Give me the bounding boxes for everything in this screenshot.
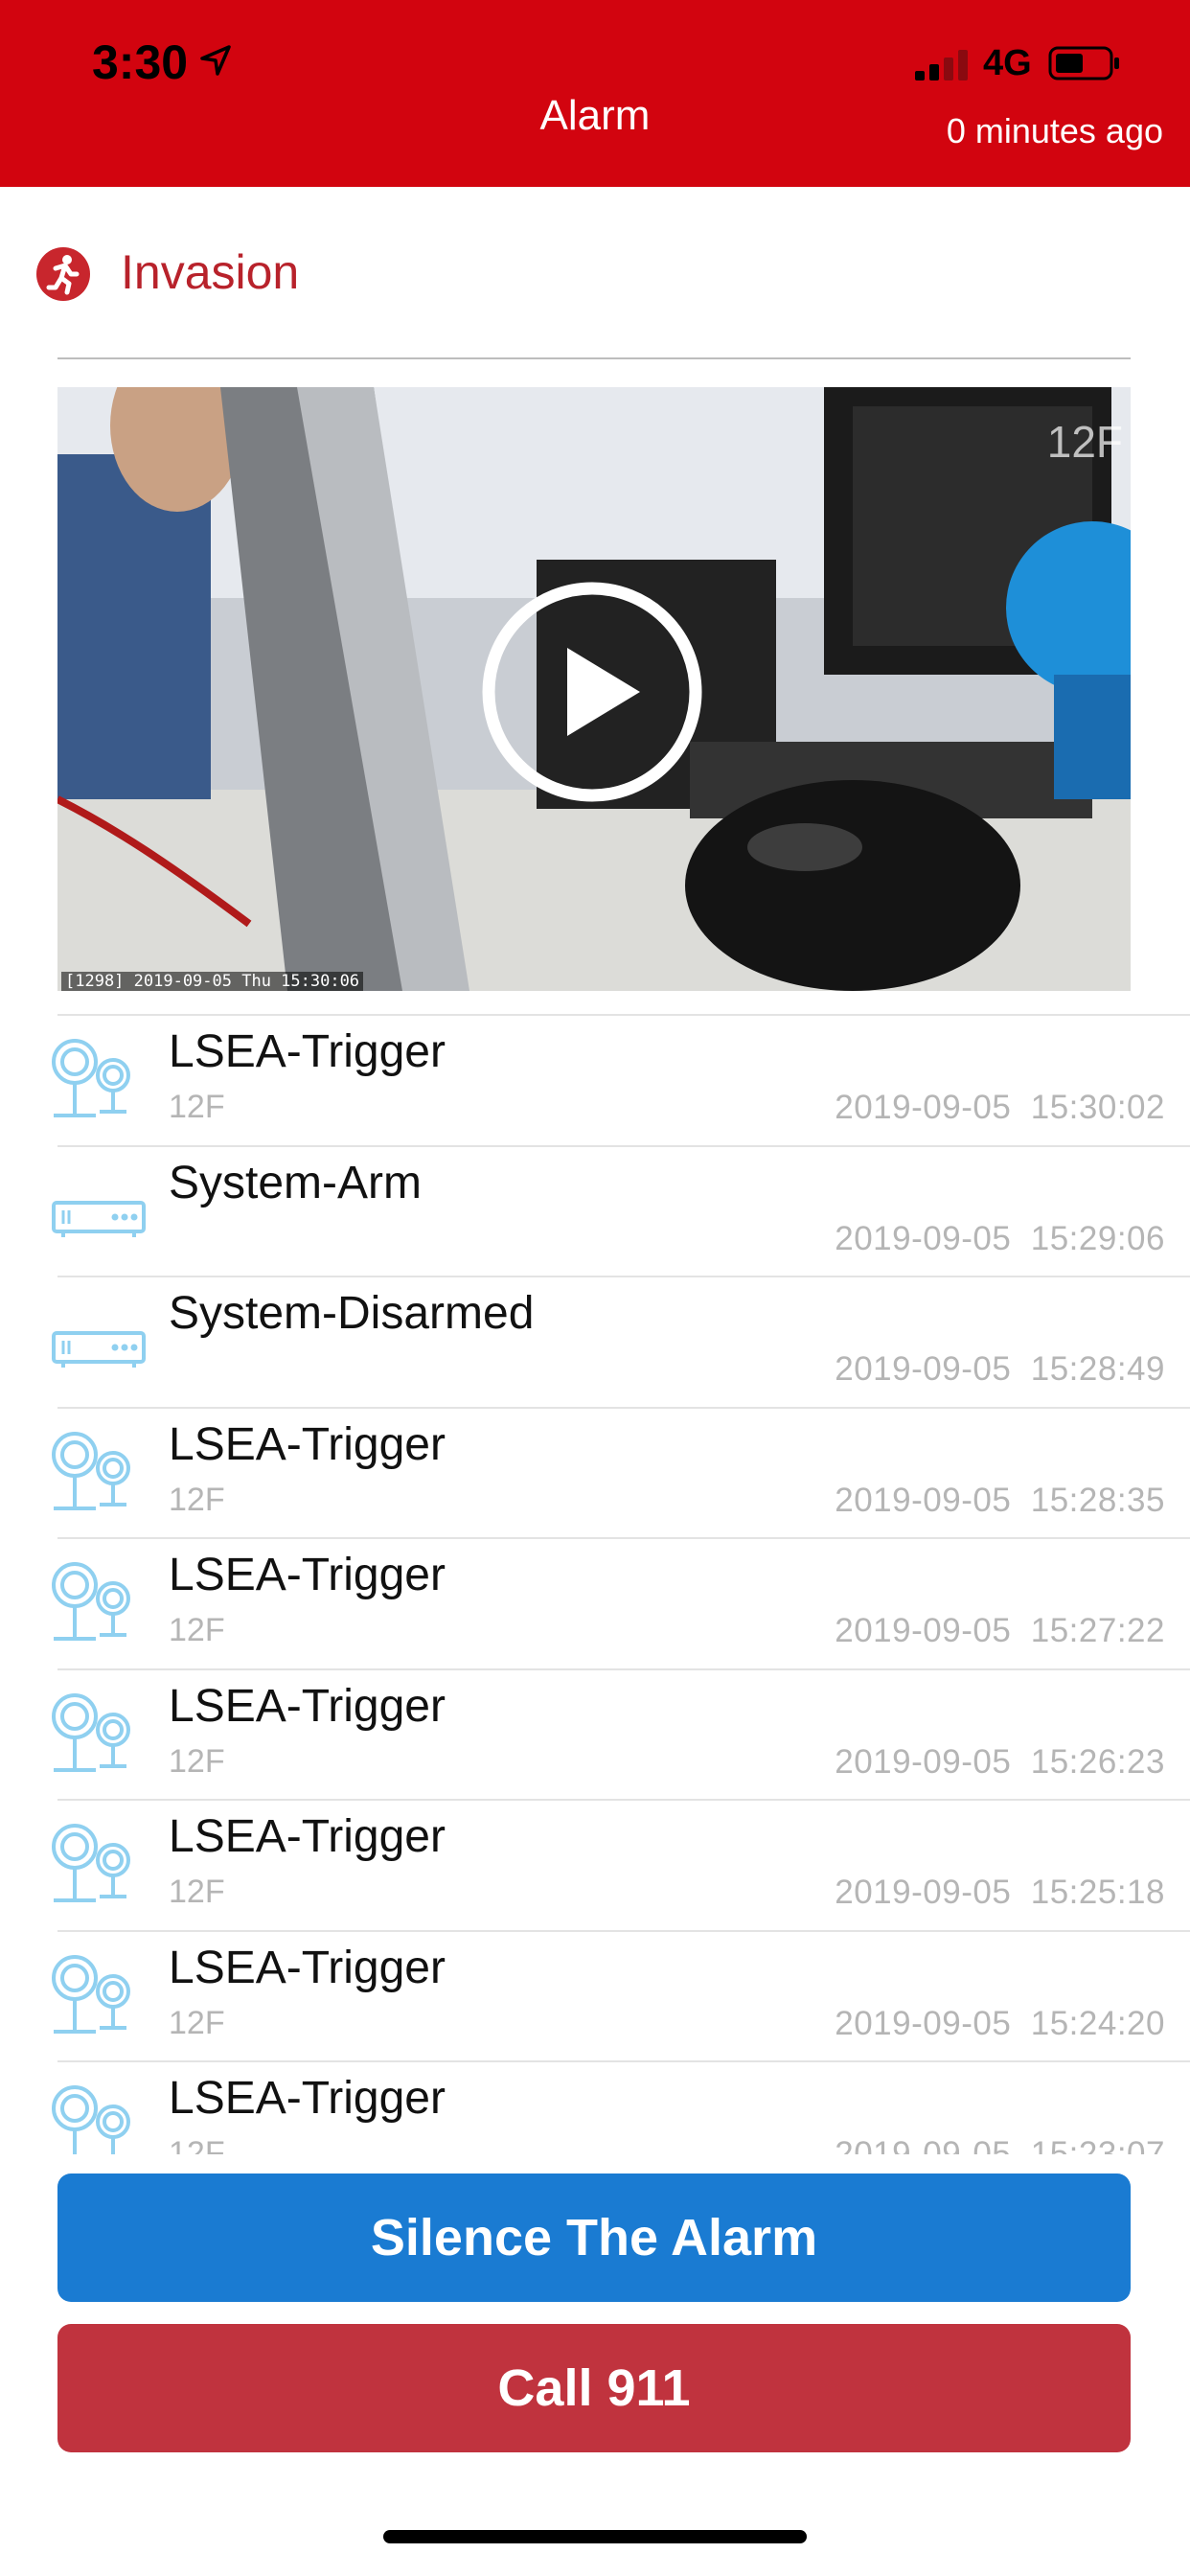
event-timestamp: 2019-09-05 15:23:07 [835,2135,1165,2154]
event-date: 2019-09-05 [835,1219,1012,1257]
event-timestamp: 2019-09-05 15:28:49 [835,1350,1165,1389]
event-location: 12F [169,1612,225,1648]
battery-icon [1048,46,1121,85]
call-911-button[interactable]: Call 911 [57,2324,1131,2452]
camera-icon [46,1684,151,1789]
video-thumbnail[interactable]: 12F [1298] 2019-09-05 Thu 15:30:06 [57,387,1131,991]
event-title: System-Disarmed [169,1288,535,1339]
event-location: 12F [169,2135,225,2154]
event-location: 12F [169,1481,225,1518]
silence-alarm-button[interactable]: Silence The Alarm [57,2174,1131,2302]
camera-icon [46,1029,151,1135]
location-arrow-icon [199,44,232,81]
event-date: 2019-09-05 [835,1742,1012,1781]
event-title: System-Arm [169,1157,422,1208]
network-type: 4G [983,43,1032,83]
event-row[interactable]: LSEA-Trigger 12F 2019-09-05 15:23:07 [52,2060,1190,2154]
event-row[interactable]: LSEA-Trigger 12F 2019-09-05 15:26:23 [52,1668,1190,1800]
video-timestamp: [1298] 2019-09-05 Thu 15:30:06 [61,972,364,991]
event-timestamp: 2019-09-05 15:26:23 [835,1743,1165,1782]
event-timestamp: 2019-09-05 15:28:35 [835,1482,1165,1520]
event-location: 12F [169,1089,225,1125]
event-time: 15:28:49 [1030,1350,1165,1388]
header-bar: 3:30 4G Alarm 0 minutes ago [0,0,1190,187]
event-title: LSEA-Trigger [169,1811,446,1862]
camera-icon [46,1814,151,1920]
event-date: 2019-09-05 [835,1350,1012,1388]
event-date: 2019-09-05 [835,1089,1012,1126]
camera-icon [46,1552,151,1658]
event-timestamp: 2019-09-05 15:25:18 [835,1874,1165,1912]
event-timestamp: 2019-09-05 15:24:20 [835,2005,1165,2043]
event-title: LSEA-Trigger [169,1942,446,1993]
event-timestamp: 2019-09-05 15:27:22 [835,1612,1165,1650]
event-row[interactable]: LSEA-Trigger 12F 2019-09-05 15:25:18 [52,1799,1190,1930]
event-date: 2019-09-05 [835,2004,1012,2042]
event-title: LSEA-Trigger [169,1680,446,1732]
signal-strength-icon [915,50,971,85]
event-date: 2019-09-05 [835,2135,1012,2154]
camera-icon [46,2076,151,2154]
alarm-type-row: Invasion [0,187,1190,359]
event-time: 15:24:20 [1030,2004,1165,2042]
event-row[interactable]: System-Arm 2019-09-05 15:29:06 [52,1144,1190,1276]
running-person-icon [36,247,90,301]
event-time: 15:27:22 [1030,1612,1165,1649]
event-timestamp: 2019-09-05 15:30:02 [835,1089,1165,1127]
event-time: 15:29:06 [1030,1219,1165,1257]
event-row[interactable]: System-Disarmed 2019-09-05 15:28:49 [52,1276,1190,1407]
event-title: LSEA-Trigger [169,1026,446,1077]
event-list[interactable]: LSEA-Trigger 12F 2019-09-05 15:30:02 Sys… [0,1014,1190,2154]
status-time: 3:30 [92,35,189,89]
event-location: 12F [169,1742,225,1780]
divider [57,357,1131,359]
elapsed-time: 0 minutes ago [946,111,1163,150]
event-timestamp: 2019-09-05 15:29:06 [835,1220,1165,1258]
event-title: LSEA-Trigger [169,2073,446,2124]
event-location: 12F [169,2004,225,2041]
event-date: 2019-09-05 [835,1874,1012,1911]
event-time: 15:25:18 [1030,1874,1165,1911]
camera-icon [46,1422,151,1528]
camera-icon [46,1945,151,2051]
event-time: 15:26:23 [1030,1742,1165,1781]
event-row[interactable]: LSEA-Trigger 12F 2019-09-05 15:30:02 [52,1014,1190,1145]
event-row[interactable]: LSEA-Trigger 12F 2019-09-05 15:24:20 [52,1929,1190,2061]
event-location: 12F [169,1874,225,1910]
event-title: LSEA-Trigger [169,1550,446,1600]
play-icon[interactable] [479,579,705,805]
event-title: LSEA-Trigger [169,1418,446,1470]
home-indicator[interactable] [383,2530,807,2543]
event-time: 15:30:02 [1030,1089,1165,1126]
event-date: 2019-09-05 [835,1481,1012,1519]
event-row[interactable]: LSEA-Trigger 12F 2019-09-05 15:28:35 [52,1406,1190,1538]
event-time: 15:28:35 [1030,1481,1165,1519]
hub-icon [46,1161,151,1266]
hub-icon [46,1291,151,1396]
event-time: 15:23:07 [1030,2135,1165,2154]
event-row[interactable]: LSEA-Trigger 12F 2019-09-05 15:27:22 [52,1537,1190,1668]
event-date: 2019-09-05 [835,1612,1012,1649]
alarm-type-label: Invasion [121,245,300,299]
camera-tag: 12F [1046,417,1123,467]
